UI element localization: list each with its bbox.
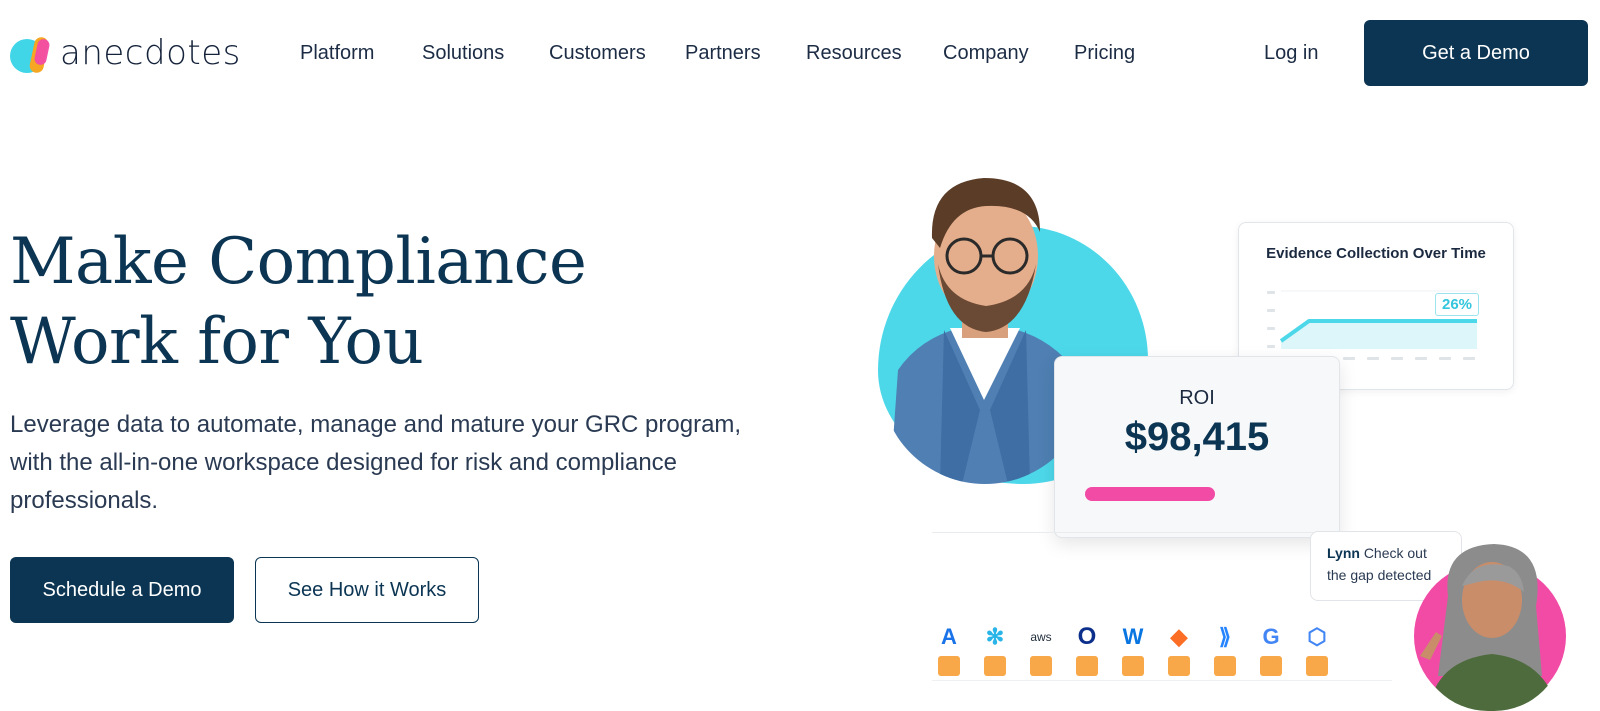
hero-subtitle: Leverage data to automate, manage and ma… — [10, 411, 742, 514]
aws-icon: aws — [1028, 624, 1054, 676]
roi-card: ROI $98,415 — [1054, 356, 1340, 538]
anecdotes-logo[interactable]: anecdotes — [10, 30, 241, 76]
gitlab-icon: ◆ — [1166, 624, 1192, 676]
snowflake-icon: ✻ — [982, 624, 1008, 676]
nav-item-company[interactable]: Company — [943, 42, 1029, 65]
logo-mark-icon — [10, 33, 56, 75]
nav-item-pricing[interactable]: Pricing — [1074, 42, 1135, 65]
hero-title-line-1: Make Compliance — [10, 225, 587, 299]
nav-item-platform[interactable]: Platform — [300, 42, 374, 65]
see-how-it-works-button[interactable]: See How it Works — [255, 557, 479, 623]
workday-icon: W — [1120, 624, 1146, 676]
nav-item-partners[interactable]: Partners — [685, 42, 761, 65]
nav-item-solutions[interactable]: Solutions — [422, 42, 504, 65]
google-icon: G — [1258, 624, 1284, 676]
hero-title-line-2: Work for You — [10, 305, 424, 379]
jira-icon: ⟫ — [1212, 624, 1238, 676]
nav-item-customers[interactable]: Customers — [549, 42, 646, 65]
logo-text: anecdotes — [60, 33, 241, 73]
integrations-row: A ✻ aws O W ◆ ⟫ G ⬡ — [936, 623, 1356, 686]
gcp-icon: ⬡ — [1304, 624, 1330, 676]
nav-item-resources[interactable]: Resources — [806, 42, 902, 65]
woman-photo — [1418, 536, 1564, 711]
roi-label: ROI — [1179, 387, 1215, 409]
okta-icon: O — [1074, 623, 1100, 676]
integrations-baseline — [932, 680, 1392, 681]
get-a-demo-button[interactable]: Get a Demo — [1364, 20, 1588, 86]
azure-icon: A — [936, 624, 962, 676]
hero-title: Make Compliance Work for You — [10, 222, 587, 382]
roi-value: $98,415 — [1124, 415, 1270, 459]
roi-progress-bar — [1085, 487, 1215, 501]
login-link[interactable]: Log in — [1264, 42, 1319, 65]
message-author: Lynn — [1327, 545, 1360, 561]
schedule-demo-button[interactable]: Schedule a Demo — [10, 557, 234, 623]
chart-percent-badge: 26% — [1435, 293, 1480, 316]
